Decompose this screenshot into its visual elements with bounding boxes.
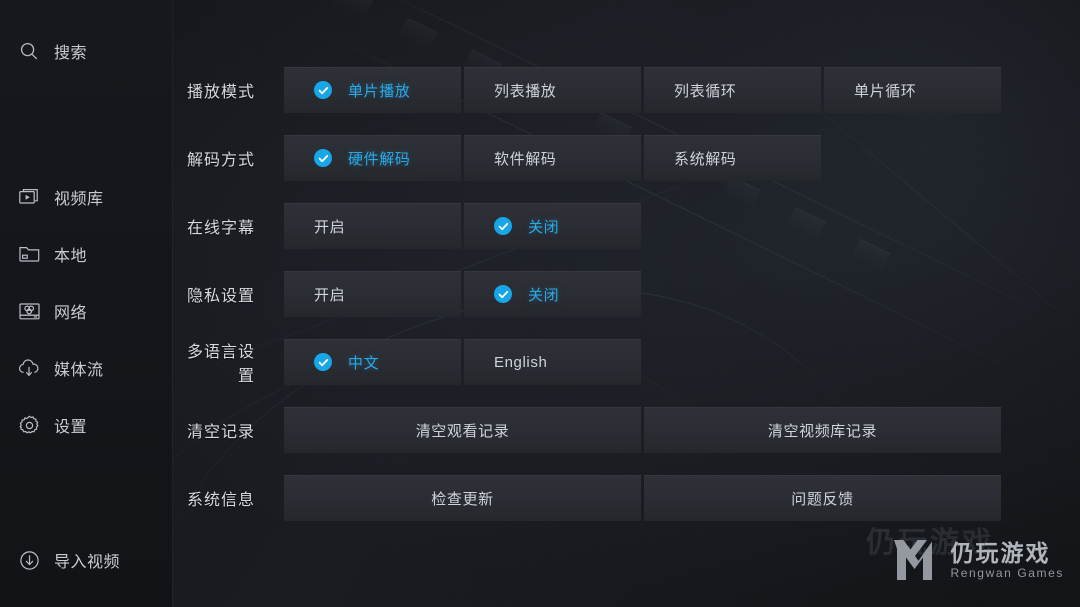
check-icon bbox=[494, 285, 512, 303]
settings-option-group: 开启 关闭 bbox=[284, 271, 641, 317]
settings-option-label: 清空视频库记录 bbox=[767, 422, 878, 440]
settings-option-label: 硬件解码 bbox=[348, 150, 411, 168]
check-icon bbox=[314, 81, 332, 99]
settings-option-label: 单片循环 bbox=[854, 82, 917, 100]
settings-row: 系统信息 检查更新 问题反馈 bbox=[172, 472, 1080, 524]
settings-row-label: 系统信息 bbox=[186, 492, 255, 509]
settings-option-button[interactable]: 关闭 bbox=[464, 271, 641, 317]
settings-row: 隐私设置 开启 关闭 bbox=[172, 268, 1080, 320]
sidebar-item-label: 导入视频 bbox=[54, 554, 121, 571]
settings-option-label: 系统解码 bbox=[674, 150, 737, 168]
settings-option-button[interactable]: 列表循环 bbox=[644, 67, 821, 113]
settings-option-label: 列表播放 bbox=[494, 82, 557, 100]
sidebar-item-import-video[interactable]: 导入视频 bbox=[0, 543, 172, 577]
watermark: 仍玩游戏 Rengwan Games bbox=[888, 535, 1064, 585]
settings-rows: 播放模式 单片播放 列表播放 列表循环 单片循环解码方式 硬件解码 软件解码 系统解码在线字幕… bbox=[172, 64, 1080, 540]
network-icon bbox=[18, 300, 40, 322]
settings-option-group: 中文 English bbox=[284, 339, 641, 385]
settings-option-button[interactable]: 单片循环 bbox=[824, 67, 1001, 113]
sidebar-item-search[interactable]: 搜索 bbox=[0, 34, 172, 68]
settings-option-button[interactable]: 软件解码 bbox=[464, 135, 641, 181]
settings-option-label: 单片播放 bbox=[348, 82, 411, 100]
settings-row-label: 多语言设置 bbox=[186, 344, 255, 385]
settings-option-button[interactable]: 开启 bbox=[284, 271, 461, 317]
sidebar-item-label: 搜索 bbox=[54, 45, 88, 62]
check-icon bbox=[494, 217, 512, 235]
settings-row: 解码方式 硬件解码 软件解码 系统解码 bbox=[172, 132, 1080, 184]
settings-option-label: 开启 bbox=[314, 218, 346, 236]
settings-option-group: 检查更新 问题反馈 bbox=[284, 475, 1001, 521]
settings-option-button[interactable]: 开启 bbox=[284, 203, 461, 249]
settings-option-group: 单片播放 列表播放 列表循环 单片循环 bbox=[284, 67, 1001, 113]
settings-option-button[interactable]: 系统解码 bbox=[644, 135, 821, 181]
settings-row: 多语言设置 中文 English bbox=[172, 336, 1080, 388]
watermark-brand-en: Rengwan Games bbox=[950, 565, 1064, 580]
search-icon bbox=[18, 40, 40, 62]
sidebar-nav-group: 视频库 本地 网络 媒体流 设置 bbox=[0, 180, 172, 442]
settings-option-group: 开启 关闭 bbox=[284, 203, 641, 249]
settings-row: 播放模式 单片播放 列表播放 列表循环 单片循环 bbox=[172, 64, 1080, 116]
video-library-icon bbox=[18, 186, 40, 208]
settings-option-label: 清空观看记录 bbox=[415, 422, 510, 440]
settings-row-label: 在线字幕 bbox=[186, 220, 255, 237]
settings-option-button[interactable]: English bbox=[464, 339, 641, 385]
sidebar: 搜索 视频库 本地 网络 媒体流 设置 导入视频 bbox=[0, 0, 172, 607]
rengwan-logo-icon bbox=[888, 535, 940, 585]
settings-option-button[interactable]: 单片播放 bbox=[284, 67, 461, 113]
sidebar-item-network[interactable]: 网络 bbox=[0, 294, 172, 328]
settings-row: 清空记录 清空观看记录 清空视频库记录 bbox=[172, 404, 1080, 456]
settings-option-group: 清空观看记录 清空视频库记录 bbox=[284, 407, 1001, 453]
settings-row-label: 隐私设置 bbox=[186, 288, 255, 305]
settings-option-label: 检查更新 bbox=[431, 490, 494, 508]
check-icon bbox=[314, 353, 332, 371]
settings-option-button[interactable]: 列表播放 bbox=[464, 67, 641, 113]
settings-option-button[interactable]: 中文 bbox=[284, 339, 461, 385]
settings-option-label: 开启 bbox=[314, 286, 346, 304]
settings-option-label: 关闭 bbox=[528, 218, 560, 236]
settings-row-label: 解码方式 bbox=[186, 152, 255, 169]
settings-row-label: 播放模式 bbox=[186, 84, 255, 101]
settings-row-label: 清空记录 bbox=[186, 424, 255, 441]
app-window: 搜索 视频库 本地 网络 媒体流 设置 导入视频 播放模式 单片播放 列表播放 … bbox=[0, 0, 1080, 607]
settings-option-label: 关闭 bbox=[528, 286, 560, 304]
cloud-stream-icon bbox=[18, 357, 40, 379]
import-icon bbox=[18, 549, 40, 571]
settings-option-group: 硬件解码 软件解码 系统解码 bbox=[284, 135, 821, 181]
sidebar-item-label: 媒体流 bbox=[54, 362, 104, 379]
sidebar-item-video-library[interactable]: 视频库 bbox=[0, 180, 172, 214]
sidebar-item-media-stream[interactable]: 媒体流 bbox=[0, 351, 172, 385]
sidebar-item-settings[interactable]: 设置 bbox=[0, 408, 172, 442]
settings-panel: 播放模式 单片播放 列表播放 列表循环 单片循环解码方式 硬件解码 软件解码 系统解码在线字幕… bbox=[172, 0, 1080, 607]
settings-option-button[interactable]: 检查更新 bbox=[284, 475, 641, 521]
sidebar-item-label: 网络 bbox=[54, 305, 88, 322]
settings-option-button[interactable]: 关闭 bbox=[464, 203, 641, 249]
settings-option-label: English bbox=[494, 353, 548, 371]
check-icon bbox=[314, 149, 332, 167]
sidebar-item-label: 本地 bbox=[54, 248, 88, 265]
gear-icon bbox=[18, 414, 40, 436]
settings-option-button[interactable]: 硬件解码 bbox=[284, 135, 461, 181]
settings-row: 在线字幕 开启 关闭 bbox=[172, 200, 1080, 252]
sidebar-item-local[interactable]: 本地 bbox=[0, 237, 172, 271]
settings-option-button[interactable]: 清空视频库记录 bbox=[644, 407, 1001, 453]
sidebar-item-label: 设置 bbox=[54, 419, 88, 436]
watermark-brand-cn: 仍玩游戏 bbox=[950, 539, 1051, 566]
settings-option-label: 列表循环 bbox=[674, 82, 737, 100]
settings-option-label: 软件解码 bbox=[494, 150, 557, 168]
folder-icon bbox=[18, 243, 40, 265]
watermark-text: 仍玩游戏 Rengwan Games bbox=[950, 539, 1064, 580]
settings-option-label: 问题反馈 bbox=[791, 490, 854, 508]
settings-option-button[interactable]: 问题反馈 bbox=[644, 475, 1001, 521]
sidebar-item-label: 视频库 bbox=[54, 191, 104, 208]
settings-option-button[interactable]: 清空观看记录 bbox=[284, 407, 641, 453]
settings-option-label: 中文 bbox=[348, 354, 380, 372]
